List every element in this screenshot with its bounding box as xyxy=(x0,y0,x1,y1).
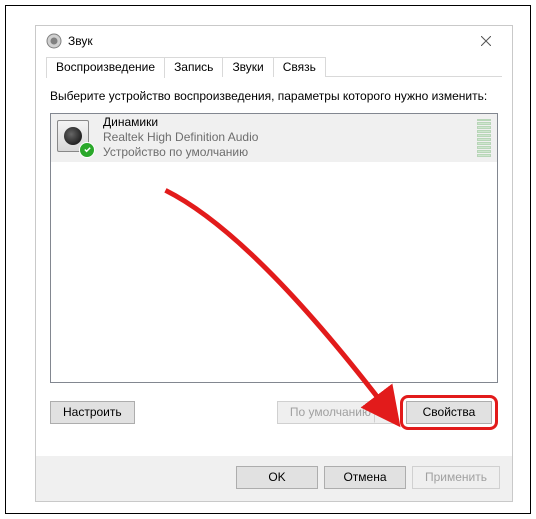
speaker-volume-icon xyxy=(46,33,62,49)
device-description: Realtek High Definition Audio xyxy=(103,130,471,145)
sound-dialog: Звук Воспроизведение Запись Звуки Связь … xyxy=(35,25,513,502)
apply-button: Применить xyxy=(412,466,500,489)
title-bar: Звук xyxy=(36,26,512,56)
screenshot-frame: Звук Воспроизведение Запись Звуки Связь … xyxy=(5,5,531,514)
tab-communications[interactable]: Связь xyxy=(273,57,326,77)
default-check-icon xyxy=(79,142,95,158)
close-button[interactable] xyxy=(466,27,506,55)
tab-playback[interactable]: Воспроизведение xyxy=(46,57,165,78)
dialog-footer: OK Отмена Применить xyxy=(36,456,512,501)
device-row[interactable]: Динамики Realtek High Definition Audio У… xyxy=(51,114,497,162)
device-icon-wrap xyxy=(57,120,93,156)
device-list[interactable]: Динамики Realtek High Definition Audio У… xyxy=(50,113,498,383)
set-default-label: По умолчанию xyxy=(290,405,371,419)
close-icon xyxy=(481,36,491,46)
device-name: Динамики xyxy=(103,115,471,130)
ok-button[interactable]: OK xyxy=(236,466,318,489)
tab-strip: Воспроизведение Запись Звуки Связь xyxy=(36,56,512,77)
tab-sounds[interactable]: Звуки xyxy=(222,57,273,77)
configure-button[interactable]: Настроить xyxy=(50,401,135,424)
instruction-text: Выберите устройство воспроизведения, пар… xyxy=(50,89,498,105)
device-buttons-row: Настроить По умолчанию Свойства xyxy=(50,395,498,430)
device-labels: Динамики Realtek High Definition Audio У… xyxy=(103,115,471,160)
properties-button[interactable]: Свойства xyxy=(406,401,492,424)
window-title: Звук xyxy=(68,34,466,48)
chevron-down-icon xyxy=(384,410,390,414)
volume-meter xyxy=(477,119,491,157)
device-status: Устройство по умолчанию xyxy=(103,145,471,160)
annotation-highlight: Свойства xyxy=(400,395,498,430)
set-default-button: По умолчанию xyxy=(277,401,394,424)
tab-recording[interactable]: Запись xyxy=(164,57,223,77)
tab-content: Выберите устройство воспроизведения, пар… xyxy=(36,77,512,438)
cancel-button[interactable]: Отмена xyxy=(324,466,406,489)
